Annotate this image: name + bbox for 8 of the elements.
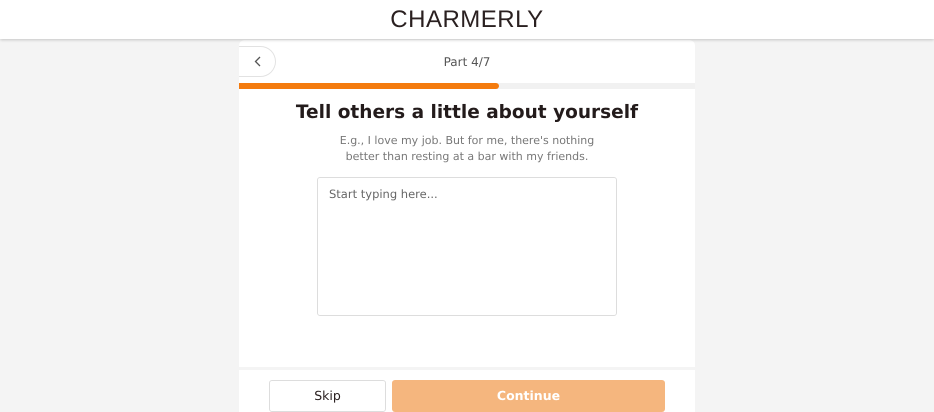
back-icon: [254, 56, 260, 67]
answer-field[interactable]: Start typing here...: [317, 176, 617, 316]
back-button[interactable]: [239, 46, 276, 77]
skip-button[interactable]: Skip: [269, 380, 386, 412]
hint-text: E.g., I love my job. But for me, there's nothing better than resting at a bar with my friends.: [338, 132, 596, 165]
step-label: Part 4/7: [444, 54, 490, 70]
question-title: Tell others a little about yourself: [294, 101, 640, 125]
logo: CHARMERLY: [390, 8, 544, 32]
